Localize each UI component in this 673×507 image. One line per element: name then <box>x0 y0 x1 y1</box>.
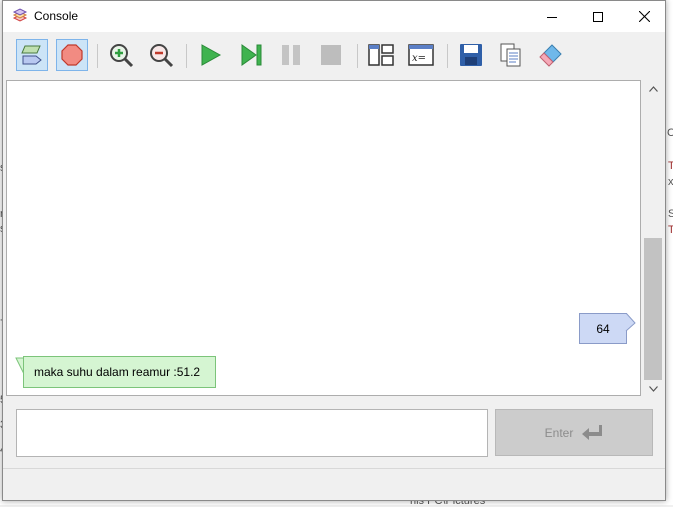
close-icon <box>638 11 650 22</box>
zoom-out-icon <box>150 44 174 68</box>
maximize-icon <box>593 11 603 22</box>
svg-text:x=: x= <box>412 53 426 64</box>
input-bubble: 64 <box>579 313 627 344</box>
save-icon <box>460 44 482 66</box>
layout-button[interactable] <box>365 39 397 71</box>
minimize-button[interactable] <box>529 1 575 32</box>
stop-button[interactable] <box>315 39 347 71</box>
layout-icon <box>368 44 394 66</box>
scroll-up-button[interactable] <box>642 80 664 98</box>
scroll-thumb[interactable] <box>644 238 662 380</box>
title-bar[interactable]: Console <box>3 1 665 32</box>
close-button[interactable] <box>621 1 667 32</box>
input-mode-button[interactable] <box>16 39 48 71</box>
toolbar-separator <box>447 44 448 68</box>
bg-fragment: x <box>668 176 673 188</box>
enter-return-icon <box>582 424 603 440</box>
chevron-up-icon <box>648 86 658 92</box>
toolbar-separator <box>186 44 187 68</box>
bg-fragment: S <box>668 208 673 220</box>
maximize-button[interactable] <box>575 1 621 32</box>
variables-icon: x= <box>408 44 434 66</box>
window-title: Console <box>34 9 79 23</box>
console-window: Console x= 64 maka suhu dalam reamur:51… <box>2 0 666 501</box>
console-output-area: 64 maka suhu dalam reamur :51.2 <box>6 80 641 396</box>
console-scrollbar[interactable] <box>642 80 664 398</box>
step-icon <box>241 44 262 66</box>
output-bubble: maka suhu dalam reamur :51.2 <box>23 356 216 388</box>
console-input-field[interactable] <box>16 409 488 457</box>
copy-icon <box>500 43 521 67</box>
parallelogram-icon <box>21 45 42 65</box>
toolbar: x= <box>3 32 665 78</box>
toolbar-separator <box>97 44 98 68</box>
variables-button[interactable]: x= <box>405 39 437 71</box>
eraser-icon <box>539 44 562 67</box>
status-bar-divider <box>3 468 665 469</box>
minimize-icon <box>547 16 557 18</box>
pause-button[interactable] <box>275 39 307 71</box>
bg-fragment: C <box>667 127 673 139</box>
stop-sign-button[interactable] <box>56 39 88 71</box>
app-icon <box>12 8 28 22</box>
zoom-out-button[interactable] <box>145 39 177 71</box>
save-button[interactable] <box>455 39 487 71</box>
bg-fragment: T <box>668 160 673 172</box>
enter-button[interactable]: Enter <box>495 409 653 456</box>
zoom-in-button[interactable] <box>105 39 137 71</box>
clear-button[interactable] <box>535 39 567 71</box>
bg-fragment: T <box>668 224 673 236</box>
copy-button[interactable] <box>495 39 527 71</box>
scroll-down-button[interactable] <box>642 380 664 398</box>
pause-icon <box>282 45 300 65</box>
input-bubble-tail <box>625 313 636 332</box>
run-button[interactable] <box>194 39 226 71</box>
play-icon <box>201 44 222 66</box>
enter-button-label: Enter <box>544 425 574 440</box>
stop-icon <box>321 45 341 65</box>
octagon-icon <box>61 44 83 66</box>
step-button[interactable] <box>235 39 267 71</box>
toolbar-separator <box>357 44 358 68</box>
zoom-in-icon <box>110 44 134 68</box>
chevron-down-icon <box>648 386 658 392</box>
